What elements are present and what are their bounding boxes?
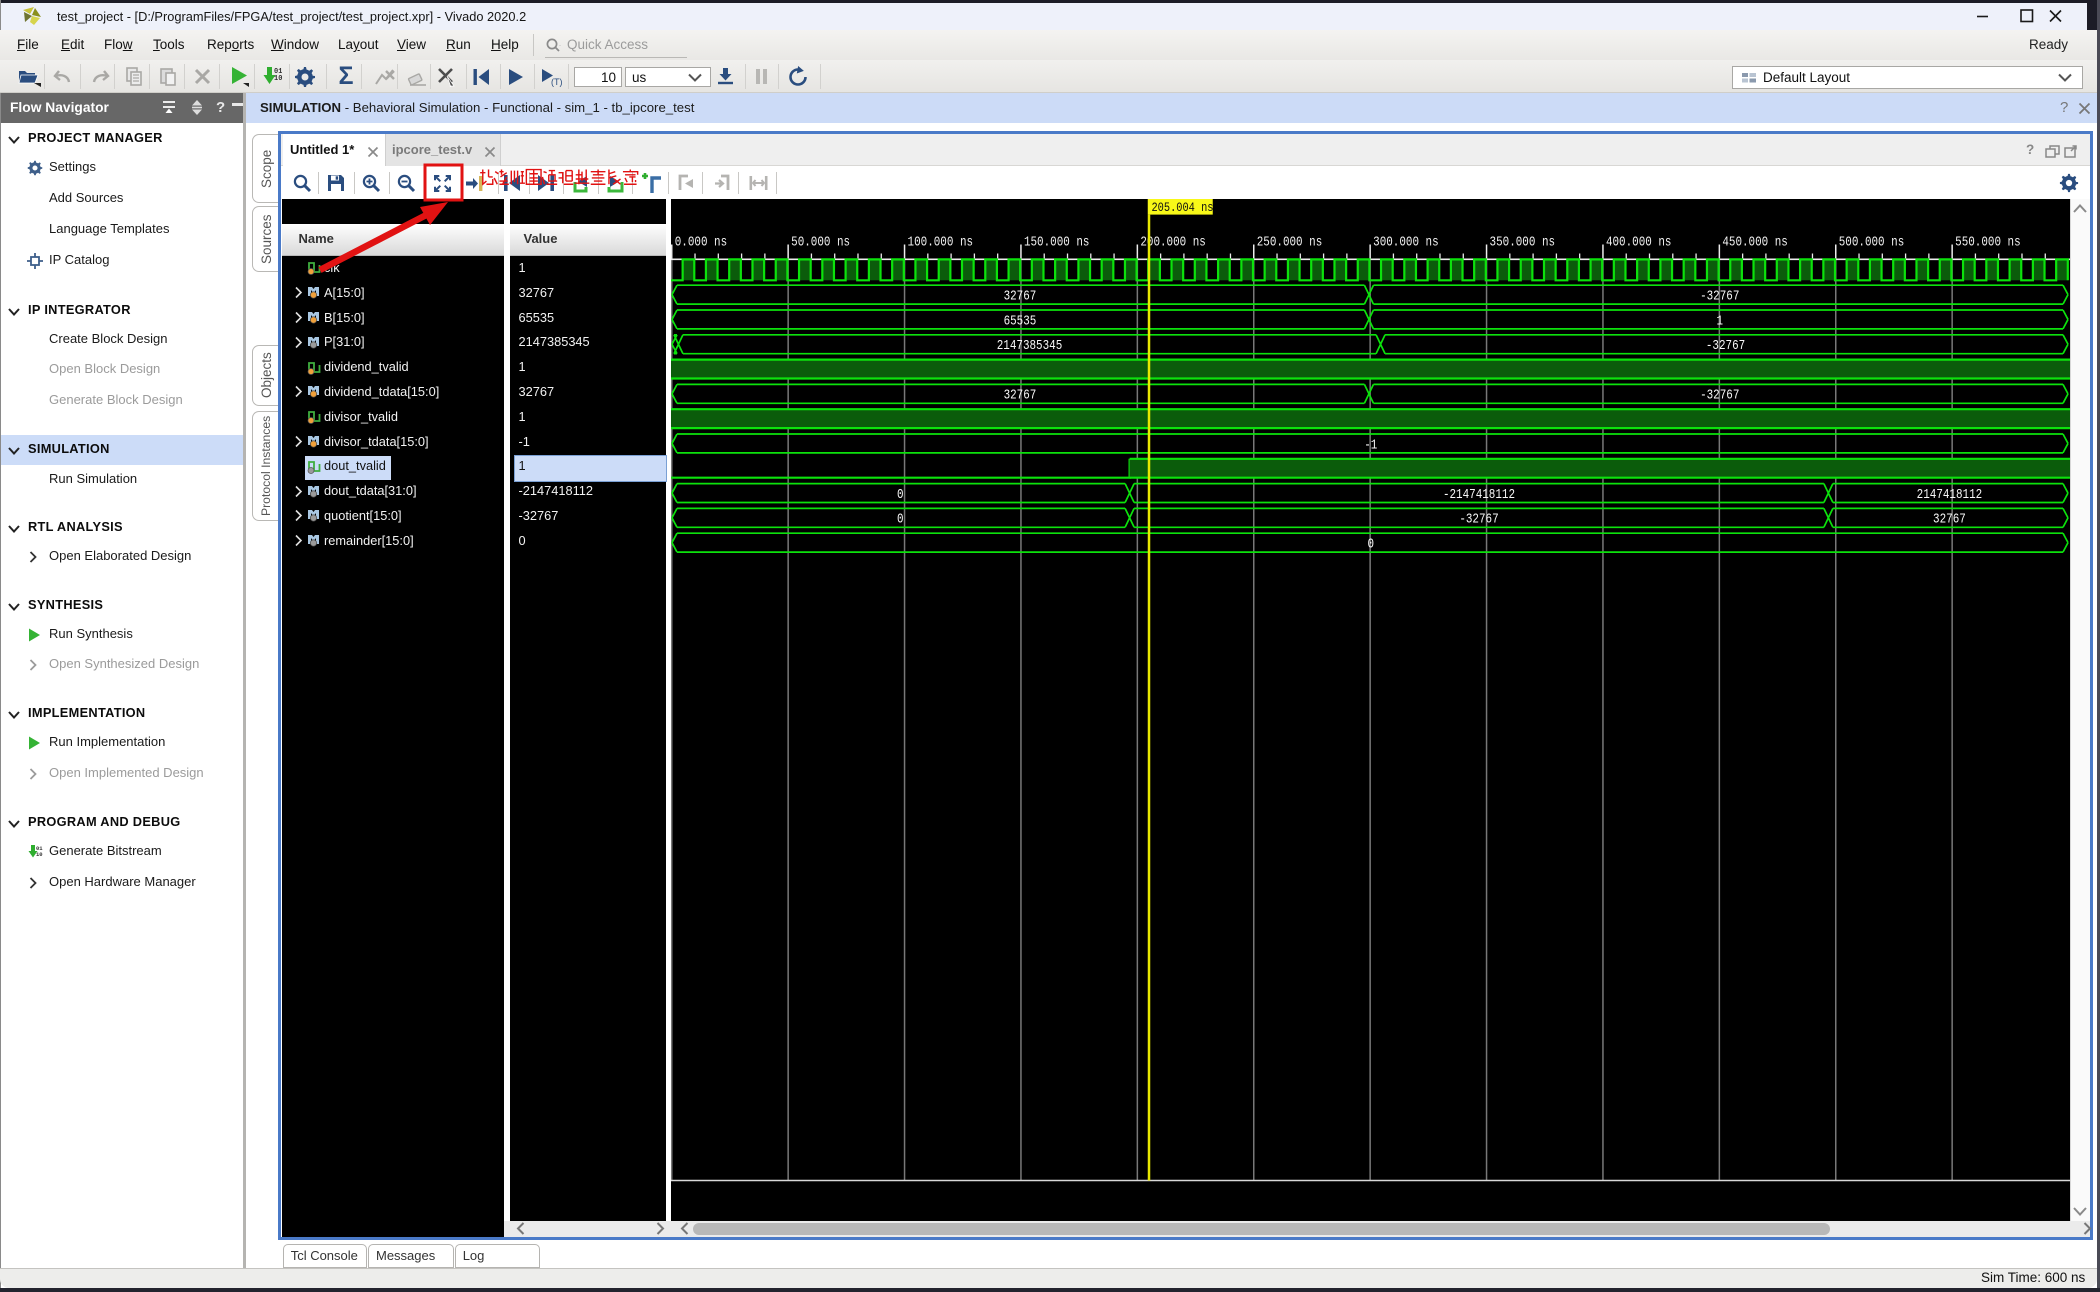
svg-text:300.000 ns: 300.000 ns — [1373, 235, 1439, 250]
svg-text:10: 10 — [36, 851, 43, 858]
svg-text:0: 0 — [897, 512, 904, 527]
svg-text:-32767: -32767 — [1700, 388, 1739, 403]
svg-text:32767: 32767 — [1003, 388, 1036, 403]
svg-text:150.000 ns: 150.000 ns — [1023, 235, 1088, 250]
svg-text:205.004 ns: 205.004 ns — [1151, 200, 1213, 215]
svg-text:0: 0 — [897, 487, 904, 502]
svg-text:65535: 65535 — [1003, 314, 1036, 329]
svg-text:550.000 ns: 550.000 ns — [1955, 235, 2021, 250]
svg-text:32767: 32767 — [1003, 289, 1036, 304]
svg-text:-32767: -32767 — [1459, 512, 1498, 527]
svg-text:50.000 ns: 50.000 ns — [791, 235, 850, 250]
svg-text:1: 1 — [1716, 314, 1723, 329]
svg-text:-1: -1 — [1364, 438, 1377, 453]
svg-text:450.000 ns: 450.000 ns — [1722, 235, 1788, 250]
svg-text:2147418112: 2147418112 — [1916, 487, 1982, 502]
svg-text:0: 0 — [1367, 537, 1374, 552]
svg-text:-2147418112: -2147418112 — [1442, 487, 1514, 502]
svg-text:(T): (T) — [551, 77, 563, 87]
svg-text:32767: 32767 — [1933, 512, 1966, 527]
svg-text:-32767: -32767 — [1705, 339, 1744, 354]
svg-text:0.000 ns: 0.000 ns — [674, 235, 726, 250]
svg-text:100.000 ns: 100.000 ns — [907, 235, 973, 250]
svg-text:10: 10 — [274, 75, 282, 83]
svg-text:-32767: -32767 — [1700, 289, 1739, 304]
svg-text:500.000 ns: 500.000 ns — [1838, 235, 1904, 250]
svg-text:250.000 ns: 250.000 ns — [1256, 235, 1322, 250]
svg-text:350.000 ns: 350.000 ns — [1489, 235, 1555, 250]
svg-text:400.000 ns: 400.000 ns — [1605, 235, 1671, 250]
svg-text:2147385345: 2147385345 — [996, 339, 1062, 354]
